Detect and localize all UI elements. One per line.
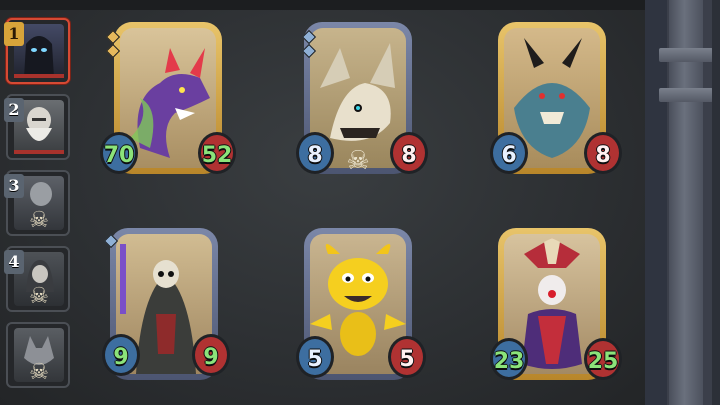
slot-number-badge: 4 — [4, 250, 24, 274]
slot-number-badge: 2 — [4, 98, 24, 122]
roster-slot-2[interactable]: 2 — [4, 94, 70, 160]
roster-slot-4[interactable]: ☠ 4 — [4, 246, 70, 312]
monster-card-yellow-imp[interactable]: 5 5 — [296, 228, 426, 380]
health-orb: 52 — [198, 132, 236, 174]
health-orb: 9 — [192, 334, 230, 376]
monster-card-purple-dragon[interactable]: 70 52 — [100, 22, 236, 174]
castle-pillar — [645, 0, 720, 405]
skull-icon: ☠ — [346, 146, 370, 176]
health-strip — [14, 150, 64, 154]
skull-icon: ☠ — [29, 208, 49, 233]
pillar-capital — [659, 48, 713, 62]
skull-icon: ☠ — [29, 284, 49, 309]
attack-orb: 23 — [490, 338, 528, 380]
roster-slot-1[interactable]: 1 — [4, 18, 70, 84]
health-orb: 8 — [584, 132, 622, 174]
monster-card-jester-clown[interactable]: 23 25 — [490, 228, 622, 380]
health-orb: 8 — [390, 132, 428, 174]
health-orb: 5 — [388, 336, 426, 378]
attack-orb: 70 — [100, 132, 138, 174]
roster-slot-3[interactable]: ☠ 3 — [4, 170, 70, 236]
health-strip — [14, 74, 64, 78]
attack-orb: 5 — [296, 336, 334, 378]
skull-icon: ☠ — [29, 360, 49, 385]
board-top-bar — [0, 0, 645, 10]
slot-number-badge: 3 — [4, 174, 24, 198]
health-orb: 25 — [584, 338, 622, 380]
roster-slot-5[interactable]: ☠ — [6, 322, 70, 388]
attack-orb: 9 — [102, 334, 140, 376]
attack-orb: 8 — [296, 132, 334, 174]
pillar-edge — [712, 0, 720, 405]
monster-card-horned-yeti-beast[interactable]: 6 8 — [490, 22, 622, 174]
monster-card-skull-masked-reaper[interactable]: 9 9 — [102, 228, 230, 380]
monster-card-bone-dragon[interactable]: 8 8 ☠ — [296, 22, 428, 176]
pillar-capital — [659, 88, 713, 102]
attack-orb: 6 — [490, 132, 528, 174]
slot-number-badge: 1 — [4, 22, 24, 46]
